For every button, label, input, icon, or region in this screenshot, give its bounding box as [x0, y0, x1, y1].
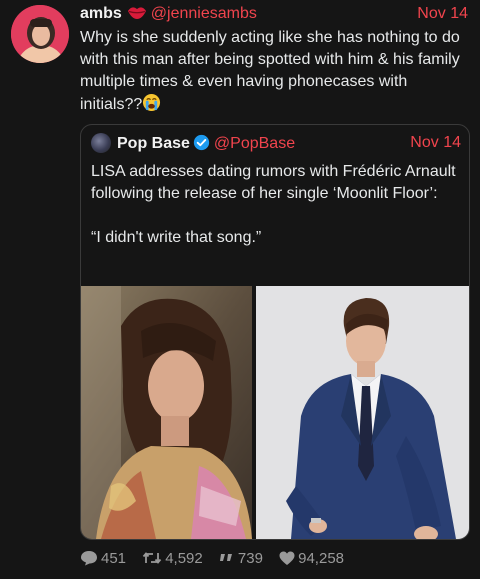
quoted-handle[interactable]: @PopBase: [214, 135, 295, 152]
quoted-header: Pop Base @PopBase Nov 14: [91, 133, 461, 153]
retweet-icon: [143, 552, 162, 564]
loudly-crying-face-icon: [142, 93, 161, 119]
quoted-tweet[interactable]: Pop Base @PopBase Nov 14 LISA addresses …: [80, 124, 470, 540]
post-date[interactable]: Nov 14: [417, 4, 468, 24]
like-button[interactable]: 94,258: [279, 548, 344, 570]
quoted-avatar[interactable]: [91, 133, 111, 153]
reply-icon: [81, 551, 97, 566]
post-header: ambs @jenniesambs Nov 14: [80, 4, 470, 24]
avatar[interactable]: [11, 5, 69, 63]
engagement-bar: 451 4,592 739 94,258: [80, 548, 356, 570]
verified-badge-icon: [193, 134, 210, 157]
handle[interactable]: @jenniesambs: [151, 5, 257, 22]
post-text: Why is she suddenly acting like she has …: [80, 27, 472, 119]
quoted-media: [81, 286, 469, 539]
quoted-date[interactable]: Nov 14: [410, 133, 461, 153]
post-text-body: Why is she suddenly acting like she has …: [80, 29, 460, 113]
quoted-display-name[interactable]: Pop Base: [117, 135, 190, 152]
like-count: 94,258: [298, 550, 345, 567]
quoted-text: LISA addresses dating rumors with Frédér…: [91, 161, 461, 249]
lips-icon: [127, 4, 147, 26]
quote-count: 739: [237, 550, 263, 567]
quoted-text-line: LISA addresses dating rumors with Frédér…: [91, 163, 456, 202]
retweet-button[interactable]: 4,592: [142, 548, 203, 570]
reply-button[interactable]: 451: [80, 548, 126, 570]
reply-count: 451: [101, 550, 127, 567]
display-name[interactable]: ambs: [80, 5, 122, 22]
quote-tweets-button[interactable]: 739: [219, 548, 263, 570]
retweet-count: 4,592: [165, 550, 203, 567]
photo-man-in-suit[interactable]: [256, 286, 469, 539]
heart-icon: [279, 551, 295, 565]
quoted-text-quote: “I didn't write that song.”: [91, 229, 262, 246]
photo-woman-portrait[interactable]: [81, 286, 252, 539]
quote-marks-icon: [219, 554, 232, 561]
